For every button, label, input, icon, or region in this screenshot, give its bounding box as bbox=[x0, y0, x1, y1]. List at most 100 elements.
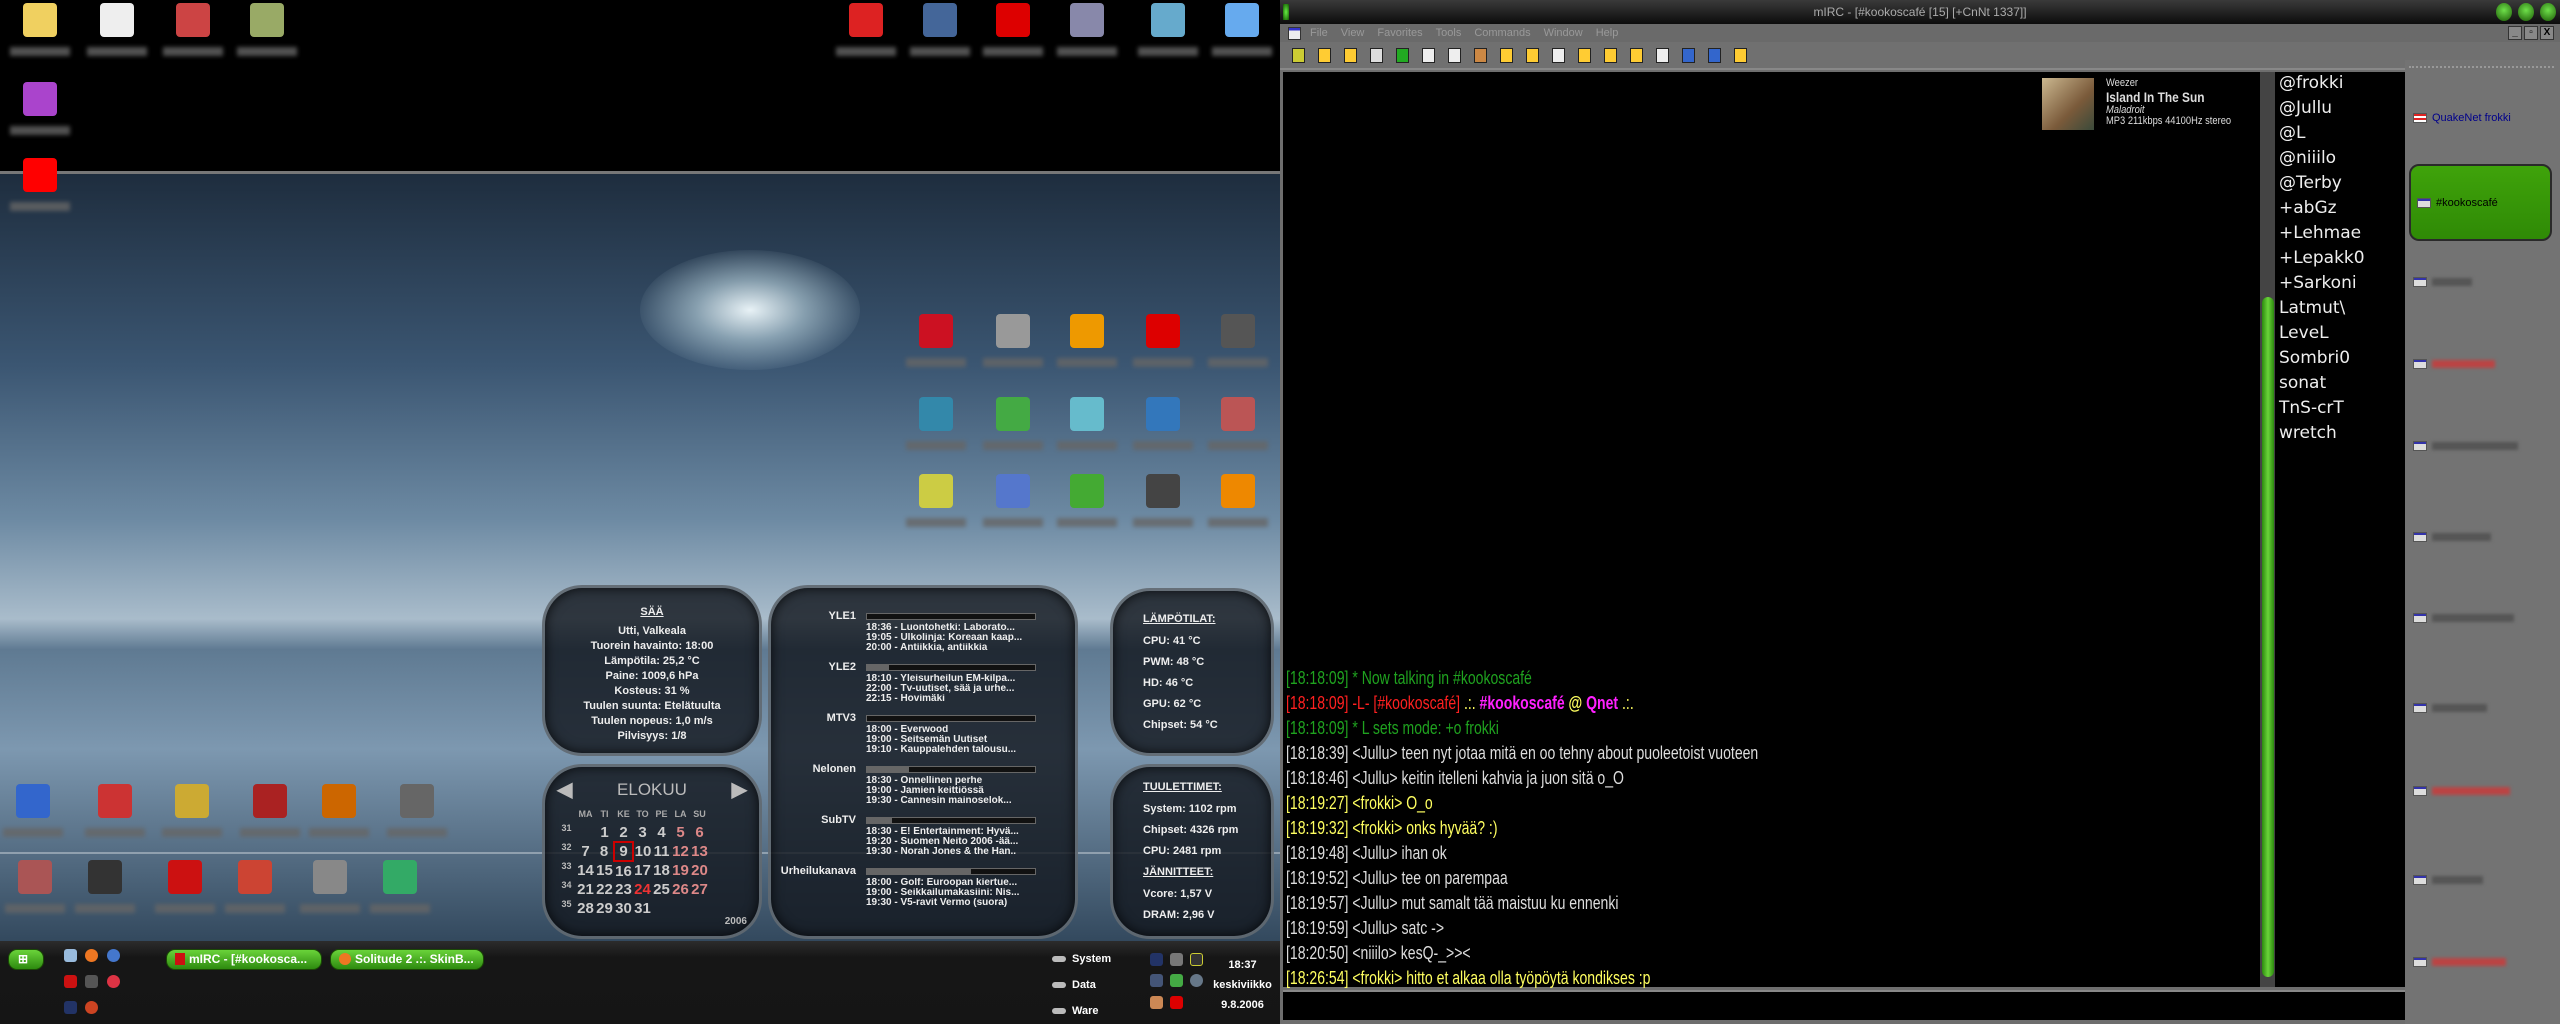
desktop-shortcut[interactable] bbox=[0, 860, 70, 913]
toolbar-button-icon[interactable] bbox=[1370, 47, 1383, 63]
calendar-day[interactable]: 23 bbox=[614, 880, 633, 899]
quicklaunch-mirc-icon[interactable] bbox=[64, 975, 77, 988]
quicklaunch-app-icon[interactable] bbox=[85, 1001, 98, 1014]
switchbar-active-channel[interactable]: #kookoscafé bbox=[2409, 164, 2552, 241]
quicklaunch-alien-icon[interactable] bbox=[85, 975, 98, 988]
desktop-shortcut[interactable] bbox=[831, 3, 901, 56]
desktop-shortcut[interactable] bbox=[978, 314, 1048, 367]
nick-item[interactable]: @frokki bbox=[2279, 73, 2343, 93]
calendar-day[interactable]: 24 bbox=[633, 880, 652, 899]
toolbar-button-icon[interactable] bbox=[1474, 47, 1487, 63]
nick-item[interactable]: +Sarkoni bbox=[2279, 273, 2357, 293]
nick-item[interactable]: @Jullu bbox=[2279, 98, 2332, 118]
desktop-shortcut[interactable] bbox=[901, 397, 971, 450]
toolbar-button-icon[interactable] bbox=[1318, 47, 1331, 63]
desktop-shortcut[interactable] bbox=[70, 860, 140, 913]
toolbar-button-icon[interactable] bbox=[1630, 47, 1643, 63]
calendar-day[interactable]: 27 bbox=[690, 880, 709, 899]
calendar-day[interactable] bbox=[576, 823, 595, 842]
menu-favorites[interactable]: Favorites bbox=[1377, 27, 1422, 39]
toolbar-button-icon[interactable] bbox=[1708, 47, 1721, 63]
switchbar-grip[interactable] bbox=[2409, 66, 2554, 68]
calendar-day[interactable]: 19 bbox=[671, 861, 690, 880]
calendar-day[interactable]: 22 bbox=[595, 880, 614, 899]
toolbar-button-icon[interactable] bbox=[1526, 47, 1539, 63]
calendar-day[interactable]: 6 bbox=[690, 823, 709, 842]
nick-item[interactable]: TnS-crT bbox=[2279, 398, 2344, 418]
task-button-mirc[interactable]: mIRC - [#kookosca... bbox=[166, 949, 322, 970]
quicklaunch-firefox-icon[interactable] bbox=[85, 949, 98, 962]
desktop-shortcut[interactable] bbox=[5, 158, 75, 211]
desktop-shortcut[interactable] bbox=[1052, 397, 1122, 450]
desktop-shortcut[interactable] bbox=[232, 3, 302, 56]
nick-item[interactable]: LeveL bbox=[2279, 323, 2329, 343]
switchbar-window[interactable] bbox=[2413, 703, 2487, 713]
clock[interactable]: 18:37 keskiviikko 9.8.2006 bbox=[1205, 955, 1280, 1015]
menu-commands[interactable]: Commands bbox=[1474, 27, 1530, 39]
mdi-restore-button[interactable]: ▫ bbox=[2524, 26, 2538, 40]
minimize-button[interactable] bbox=[2496, 3, 2512, 21]
tray-antivir-icon[interactable] bbox=[1170, 995, 1183, 1009]
start-button[interactable]: ⊞ bbox=[8, 949, 44, 970]
switchbar-status-window[interactable]: QuakeNet frokki bbox=[2413, 112, 2511, 124]
desktop-shortcut[interactable] bbox=[5, 3, 75, 56]
desktop-shortcut[interactable] bbox=[220, 860, 290, 913]
menu-view[interactable]: View bbox=[1341, 27, 1365, 39]
window-menu-icon[interactable] bbox=[1283, 4, 1289, 20]
menu-file[interactable]: File bbox=[1310, 27, 1328, 39]
calendar-day[interactable]: 13 bbox=[690, 842, 709, 861]
nick-item[interactable]: +Lehmae bbox=[2279, 223, 2361, 243]
calendar-day[interactable]: 15 bbox=[595, 861, 614, 880]
toolbar-button-icon[interactable] bbox=[1448, 47, 1461, 63]
toolbar-button-icon[interactable] bbox=[1552, 47, 1565, 63]
drive-link[interactable]: System bbox=[1052, 953, 1111, 965]
desktop-shortcut[interactable] bbox=[1207, 3, 1277, 56]
quicklaunch-sound-icon[interactable] bbox=[107, 975, 120, 988]
toolbar-button-icon[interactable] bbox=[1604, 47, 1617, 63]
desktop-shortcut[interactable] bbox=[382, 784, 452, 837]
calendar-day[interactable]: 29 bbox=[595, 899, 614, 918]
toolbar-button-icon[interactable] bbox=[1656, 47, 1669, 63]
desktop-shortcut[interactable] bbox=[978, 474, 1048, 527]
switchbar-window[interactable] bbox=[2413, 359, 2495, 369]
calendar-day[interactable]: 25 bbox=[652, 880, 671, 899]
toolbar-button-icon[interactable] bbox=[1344, 47, 1357, 63]
menu-window[interactable]: Window bbox=[1544, 27, 1583, 39]
quicklaunch-desktop-icon[interactable] bbox=[64, 949, 77, 962]
message-input[interactable] bbox=[1283, 990, 2405, 1020]
toolbar-button-icon[interactable] bbox=[1578, 47, 1591, 63]
nick-item[interactable]: Latmut\ bbox=[2279, 298, 2345, 318]
desktop-shortcut[interactable] bbox=[5, 82, 75, 135]
calendar-day[interactable]: 3 bbox=[633, 823, 652, 842]
maximize-button[interactable] bbox=[2518, 3, 2534, 21]
switchbar-window[interactable] bbox=[2413, 532, 2491, 542]
prev-month-arrow-icon[interactable]: ◀ bbox=[557, 777, 572, 802]
calendar-day[interactable]: 12 bbox=[671, 842, 690, 861]
desktop-shortcut[interactable] bbox=[158, 3, 228, 56]
desktop-shortcut[interactable] bbox=[295, 860, 365, 913]
switchbar-window[interactable] bbox=[2413, 957, 2506, 967]
switchbar-window[interactable] bbox=[2413, 875, 2483, 885]
desktop-shortcut[interactable] bbox=[905, 3, 975, 56]
calendar-day[interactable]: 31 bbox=[633, 899, 652, 918]
tray-alien-icon[interactable] bbox=[1170, 953, 1183, 966]
nick-item[interactable]: @niiilo bbox=[2279, 148, 2336, 168]
desktop-shortcut[interactable] bbox=[1052, 314, 1122, 367]
desktop-shortcut[interactable] bbox=[80, 784, 150, 837]
nick-item[interactable]: sonat bbox=[2279, 373, 2326, 393]
tray-shield-icon[interactable] bbox=[1150, 974, 1163, 988]
calendar-day[interactable]: 1 bbox=[595, 823, 614, 842]
chat-scrollbar[interactable] bbox=[2260, 72, 2276, 987]
tray-kdiik-icon[interactable] bbox=[1150, 953, 1163, 966]
desktop-shortcut[interactable] bbox=[1133, 3, 1203, 56]
switchbar-window[interactable] bbox=[2413, 613, 2514, 623]
next-month-arrow-icon[interactable]: ▶ bbox=[732, 777, 747, 802]
desktop-shortcut[interactable] bbox=[365, 860, 435, 913]
menu-tools[interactable]: Tools bbox=[1436, 27, 1462, 39]
calendar-day[interactable]: 5 bbox=[671, 823, 690, 842]
desktop-shortcut[interactable] bbox=[1128, 314, 1198, 367]
quicklaunch-app-icon[interactable] bbox=[64, 1001, 77, 1014]
desktop-shortcut[interactable] bbox=[978, 3, 1048, 56]
tray-app-icon[interactable] bbox=[1150, 995, 1163, 1009]
close-button[interactable] bbox=[2540, 3, 2556, 21]
